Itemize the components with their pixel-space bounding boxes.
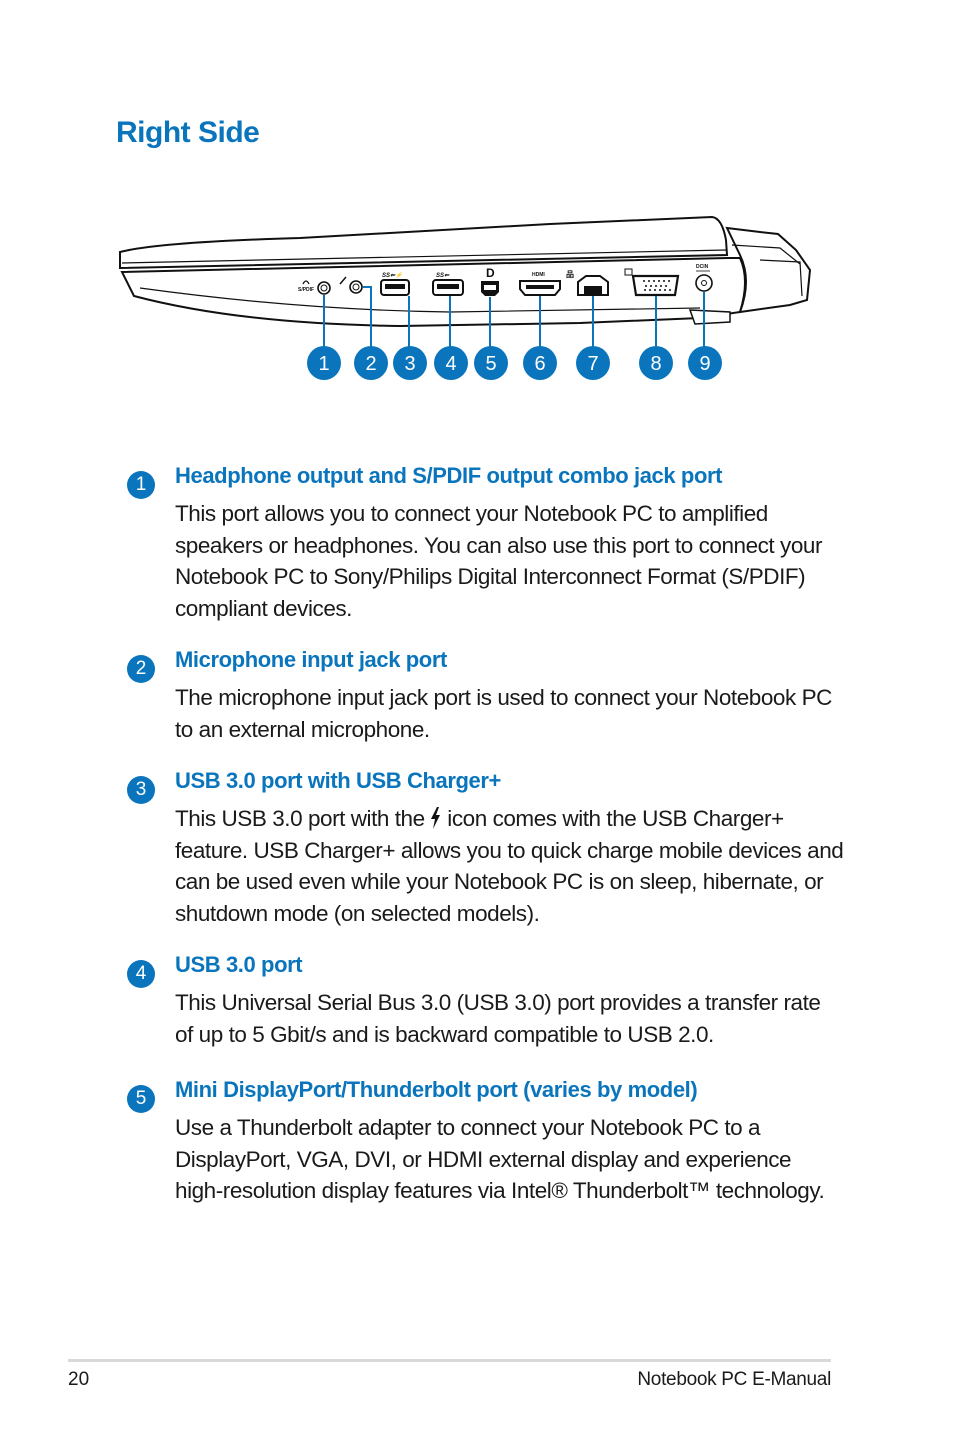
- network-icon: 品: [566, 270, 574, 279]
- item-description: The microphone input jack port is used t…: [175, 685, 832, 742]
- item-number-badge: 2: [127, 655, 155, 683]
- callout-badge-7: 7: [576, 346, 610, 380]
- callout-number: 1: [318, 353, 329, 375]
- lightning-bolt-icon: [431, 807, 441, 829]
- callout-number: 7: [587, 353, 598, 375]
- item-heading: USB 3.0 port with USB Charger+: [175, 768, 502, 793]
- callout-number: 8: [650, 353, 661, 375]
- manual-title: Notebook PC E-Manual: [637, 1369, 831, 1390]
- description-text-before-icon: This USB 3.0 port with the: [175, 806, 425, 831]
- callout-number: 6: [534, 353, 545, 375]
- displayport-icon: D: [486, 266, 495, 280]
- callout-number: 5: [485, 353, 496, 375]
- callout-number: 2: [365, 353, 376, 375]
- usb-ss-label: SS⇐: [436, 273, 450, 279]
- item-number-badge: 4: [127, 960, 155, 988]
- dcin-port-label: DCIN: [696, 264, 709, 270]
- port-item-usb-3: 4 USB 3.0 port This Universal Serial Bus…: [124, 949, 844, 1050]
- page-number: 20: [68, 1369, 90, 1390]
- callout-badge-2: 2: [354, 346, 388, 380]
- item-description: Use a Thunderbolt adapter to connect you…: [175, 1115, 825, 1203]
- item-heading: Headphone output and S/PDIF output combo…: [175, 463, 723, 488]
- page-title: Right Side: [116, 116, 260, 149]
- port-item-mini-displayport: 5 Mini DisplayPort/Thunderbolt port (var…: [124, 1074, 844, 1207]
- port-item-usb-charger: 3 USB 3.0 port with USB Charger+ This US…: [124, 765, 844, 929]
- port-description-list: 1 Headphone output and S/PDIF output com…: [124, 460, 844, 1207]
- callout-number: 4: [445, 353, 456, 375]
- item-description: This Universal Serial Bus 3.0 (USB 3.0) …: [175, 990, 821, 1047]
- hdmi-port-label: HDMI: [532, 272, 545, 278]
- callout-badges: 1 2 3 4 5 6 7 8 9: [307, 346, 722, 380]
- item-heading: Microphone input jack port: [175, 647, 447, 672]
- laptop-right-side-figure: S/PDIF SS⇐⚡ SS⇐ D HDMI 品 DCIN 1 2 3 4 5 …: [100, 200, 820, 400]
- spdif-port-label: S/PDIF: [298, 287, 314, 293]
- callout-number: 9: [699, 353, 710, 375]
- item-number-badge: 3: [127, 776, 155, 804]
- item-heading: USB 3.0 port: [175, 952, 303, 977]
- callout-badge-3: 3: [393, 346, 427, 380]
- item-number-badge: 5: [127, 1085, 155, 1113]
- usb-ss-charger-label: SS⇐⚡: [382, 271, 403, 279]
- item-number-badge: 1: [127, 471, 155, 499]
- callout-badge-1: 1: [307, 346, 341, 380]
- callout-badge-9: 9: [688, 346, 722, 380]
- callout-number: 3: [404, 353, 415, 375]
- laptop-right-side-illustration: S/PDIF SS⇐⚡ SS⇐ D HDMI 品 DCIN 1 2 3 4 5 …: [119, 215, 812, 380]
- item-heading: Mini DisplayPort/Thunderbolt port (varie…: [175, 1077, 698, 1102]
- callout-badge-5: 5: [474, 346, 508, 380]
- port-item-microphone: 2 Microphone input jack port The microph…: [124, 644, 844, 745]
- port-item-headphone-spdif: 1 Headphone output and S/PDIF output com…: [124, 460, 844, 624]
- item-description: This USB 3.0 port with the icon comes wi…: [175, 803, 844, 929]
- callout-badge-4: 4: [434, 346, 468, 380]
- callout-badge-6: 6: [523, 346, 557, 380]
- item-description: This port allows you to connect your Not…: [175, 501, 823, 621]
- foot: [688, 309, 731, 325]
- footer-divider: [68, 1359, 831, 1362]
- callout-badge-8: 8: [639, 346, 673, 380]
